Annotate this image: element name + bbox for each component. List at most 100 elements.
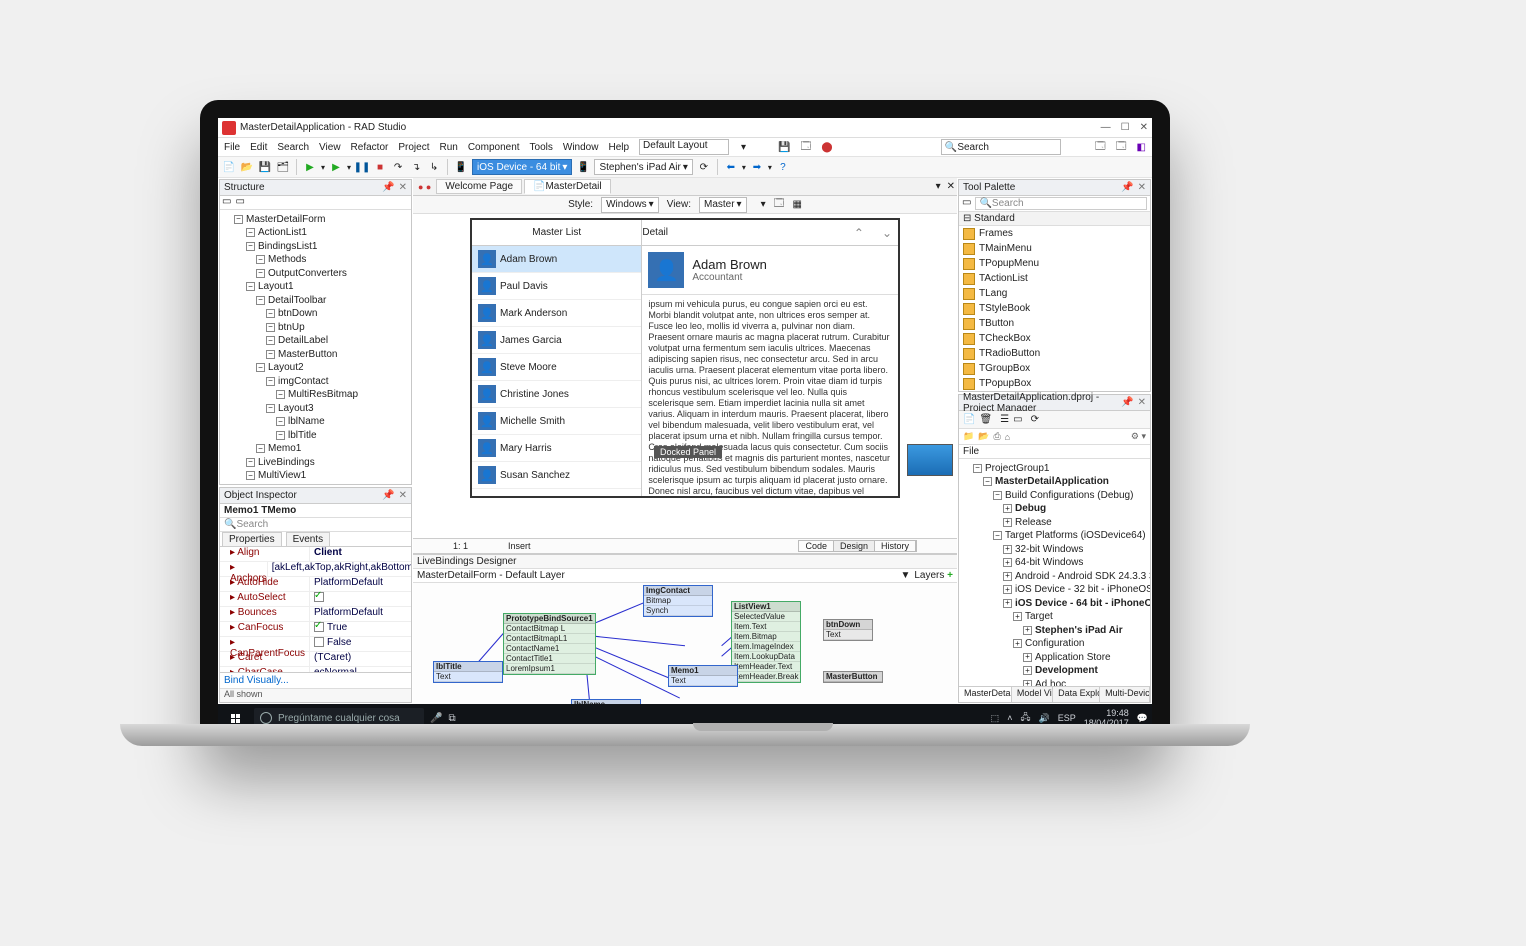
pm-tab-model[interactable]: Model View xyxy=(1012,687,1053,702)
refresh-icon[interactable]: ⟳ xyxy=(697,160,711,174)
menu-project[interactable]: Project xyxy=(398,142,429,153)
menu-file[interactable]: File xyxy=(224,142,240,153)
structure-item[interactable]: −Layout2 xyxy=(246,361,409,375)
structure-tree[interactable]: −MasterDetailForm −ActionList1−BindingsL… xyxy=(220,210,411,484)
tab-design[interactable]: Design xyxy=(834,541,875,551)
project-tree-item[interactable]: +Development xyxy=(973,664,1148,678)
list-item[interactable]: 👤James Garcia xyxy=(472,327,641,354)
node-imgcontact[interactable]: ImgContactBitmapSynch xyxy=(643,585,713,617)
structure-item[interactable]: −LiveBindings xyxy=(246,455,409,469)
project-tree-item[interactable]: −MasterDetailApplication xyxy=(973,475,1148,489)
node-btndown[interactable]: btnDownText xyxy=(823,619,873,641)
palette-item[interactable]: TCheckBox xyxy=(959,331,1150,346)
project-tree-item[interactable]: +Configuration xyxy=(973,637,1148,651)
pause-button[interactable]: ❚❚ xyxy=(355,160,369,174)
list-item[interactable]: 👤Mary Harris xyxy=(472,435,641,462)
palette-item[interactable]: TMainMenu xyxy=(959,241,1150,256)
menu-component[interactable]: Component xyxy=(468,142,520,153)
tab-events[interactable]: Events xyxy=(286,532,331,546)
palette-item[interactable]: TLang xyxy=(959,286,1150,301)
project-tree-item[interactable]: −ProjectGroup1 xyxy=(973,461,1148,475)
project-tree[interactable]: −ProjectGroup1−MasterDetailApplication−B… xyxy=(959,459,1150,686)
menu-help[interactable]: Help xyxy=(608,142,629,153)
run-button[interactable]: ▶ xyxy=(303,160,317,174)
pm-tab-project[interactable]: MasterDetailA... xyxy=(959,687,1012,702)
close-tab-icon[interactable]: ✕ xyxy=(947,181,955,192)
structure-item[interactable]: −Methods xyxy=(246,253,409,267)
master-list[interactable]: 👤Adam Brown👤Paul Davis👤Mark Anderson👤Jam… xyxy=(472,246,642,496)
minimize-button[interactable]: — xyxy=(1101,122,1111,133)
structure-item[interactable]: −MultiView1 xyxy=(246,469,409,483)
trace-icon[interactable]: ↳ xyxy=(427,160,441,174)
window-icon-2[interactable]: 🗔 xyxy=(1116,139,1127,156)
list-item[interactable]: 👤Susan Sanchez xyxy=(472,462,641,489)
stop-icon[interactable]: ⬤ xyxy=(821,142,832,153)
project-tree-item[interactable]: +Application Store xyxy=(973,650,1148,664)
target-platform-combo[interactable]: iOS Device - 64 bit ▾ xyxy=(472,159,572,175)
maximize-button[interactable]: ☐ xyxy=(1121,122,1130,133)
project-tree-item[interactable]: +Ad hoc xyxy=(973,677,1148,686)
dropdown-icon[interactable]: ▾ xyxy=(932,181,945,192)
stop-button[interactable]: ■ xyxy=(373,160,387,174)
tab-properties[interactable]: Properties xyxy=(222,532,282,546)
pin-icon[interactable]: 📌 xyxy=(1121,397,1133,408)
menu-search[interactable]: Search xyxy=(277,142,309,153)
style-combo[interactable]: Windows ▾ xyxy=(601,197,659,213)
palette-item[interactable]: TPopupMenu xyxy=(959,256,1150,271)
step-into-icon[interactable]: ↴ xyxy=(409,160,423,174)
list-item[interactable]: 👤Christine Jones xyxy=(472,381,641,408)
menu-run[interactable]: Run xyxy=(439,142,457,153)
oi-row[interactable]: ▸ CanParentFocusFalse xyxy=(220,637,411,652)
oi-grid[interactable]: ▸ AlignClient▸ Anchors[akLeft,akTop,akRi… xyxy=(220,547,411,672)
mic-icon[interactable]: 🎤 xyxy=(430,713,442,724)
structure-item[interactable]: −OutputConverters xyxy=(246,266,409,280)
structure-item[interactable]: −lblName xyxy=(246,415,409,429)
node-listview[interactable]: ListView1SelectedValueItem.TextItem.Bitm… xyxy=(731,601,801,683)
tray-up-icon[interactable]: ˄ xyxy=(1007,713,1012,723)
up-button[interactable]: ⌃ xyxy=(848,226,870,240)
oi-row[interactable]: ▸ Caret(TCaret) xyxy=(220,652,411,667)
project-tree-item[interactable]: +Debug xyxy=(973,502,1148,516)
step-over-icon[interactable]: ↷ xyxy=(391,160,405,174)
project-tree-item[interactable]: +64-bit Windows xyxy=(973,556,1148,570)
node-lbltitle[interactable]: lblTitleText xyxy=(433,661,503,683)
notifications-icon[interactable]: 💬 xyxy=(1137,713,1148,724)
project-tree-item[interactable]: +Target xyxy=(973,610,1148,624)
oi-object[interactable]: Memo1 TMemo xyxy=(220,504,411,518)
tab-welcome[interactable]: Welcome Page xyxy=(436,179,522,194)
phone-icon[interactable]: 📱 xyxy=(454,160,468,174)
project-tree-item[interactable]: −Build Configurations (Debug) xyxy=(973,488,1148,502)
view-grid-icon[interactable]: ▦ xyxy=(792,199,801,210)
node-memo[interactable]: Memo1Text xyxy=(668,665,738,687)
open-icon[interactable]: 📂 xyxy=(240,160,254,174)
tray-volume-icon[interactable]: 🔊 xyxy=(1039,713,1050,724)
memo-text[interactable]: ipsum mi vehicula purus, eu congue sapie… xyxy=(642,295,898,496)
list-item[interactable]: 👤Steve Moore xyxy=(472,354,641,381)
structure-item[interactable]: −BindingsList1 xyxy=(246,239,409,253)
new-icon[interactable]: 📄 xyxy=(222,160,236,174)
pm-view1-icon[interactable]: ☰ xyxy=(1000,414,1009,425)
palette-search[interactable]: 🔍Search xyxy=(975,197,1147,210)
menu-view[interactable]: View xyxy=(319,142,341,153)
view-combo[interactable]: Master ▾ xyxy=(699,197,747,213)
close-icon[interactable]: ✕ xyxy=(1138,182,1146,193)
appstore-icon[interactable]: ◧ xyxy=(1137,142,1146,153)
palette-item[interactable]: TButton xyxy=(959,316,1150,331)
window-icon-1[interactable]: 🗔 xyxy=(1095,139,1106,156)
pm-view2-icon[interactable]: ▭ xyxy=(1013,414,1022,425)
structure-item[interactable]: −Memo1 xyxy=(246,442,409,456)
menu-window[interactable]: Window xyxy=(563,142,599,153)
structure-item[interactable]: −MasterButton xyxy=(246,347,409,361)
node-masterbutton[interactable]: MasterButton xyxy=(823,671,883,683)
desktop-icon[interactable]: 💾 xyxy=(778,142,790,153)
structure-item[interactable]: −ActionList1 xyxy=(246,226,409,240)
pin-icon[interactable]: 📌 xyxy=(382,490,394,501)
pin-icon[interactable]: 📌 xyxy=(382,182,394,193)
collapse-icon[interactable]: ▭ xyxy=(235,196,244,209)
structure-item[interactable]: −Layout1 xyxy=(246,280,409,294)
palette-category[interactable]: Standard xyxy=(974,213,1015,224)
oi-search[interactable]: 🔍Search xyxy=(220,518,411,532)
pm-tab-data[interactable]: Data Explorer xyxy=(1053,687,1100,702)
help-button[interactable]: ? xyxy=(776,160,790,174)
tab-masterdetail[interactable]: 📄MasterDetail xyxy=(524,179,611,194)
